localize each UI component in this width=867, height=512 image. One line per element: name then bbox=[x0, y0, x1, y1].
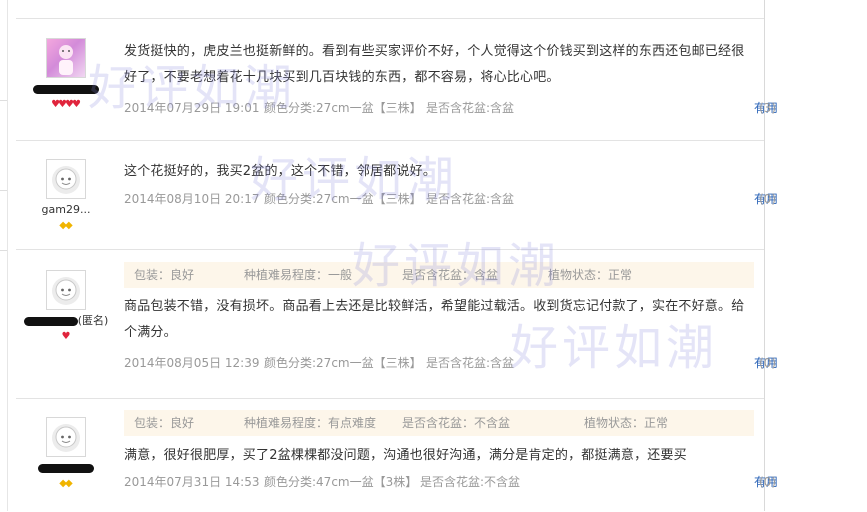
reviewer-nickname[interactable]: gam29... bbox=[16, 203, 116, 217]
review-date: 2014年08月10日 20:17 bbox=[124, 192, 260, 206]
useful-count: (0) bbox=[759, 192, 776, 206]
review-attributes: 包装：良好 种植难易程度：有点难度 是否含花盆：不含盆 植物状态：正常 bbox=[124, 410, 754, 436]
heart-icon: ♥ bbox=[61, 331, 71, 342]
attr-packaging: 包装：良好 bbox=[134, 416, 195, 430]
heart-icon: ♥ bbox=[71, 99, 81, 110]
review-text: 这个花挺好的，我买2盆的，这个不错，邻居都说好。 bbox=[124, 164, 437, 179]
review-spec: 颜色分类:47cm一盆【3株】 bbox=[264, 475, 418, 489]
review-spec: 颜色分类:27cm一盆【三株】 bbox=[264, 356, 422, 370]
rank-icons: ◆◆ bbox=[16, 476, 116, 489]
review-spec: 颜色分类:27cm一盆【三株】 bbox=[264, 192, 422, 206]
review-date: 2014年07月31日 14:53 bbox=[124, 475, 260, 489]
attr-pot: 是否含花盆：含盆 bbox=[402, 268, 499, 282]
review-date: 2014年08月05日 12:39 bbox=[124, 356, 260, 370]
reviewer-nickname[interactable]: (匿名) bbox=[16, 314, 116, 328]
diamond-icon: ◆ bbox=[65, 478, 73, 489]
reviewer-nickname[interactable] bbox=[16, 461, 116, 475]
useful-count: (0) bbox=[759, 356, 776, 370]
review-list: ♥♥♥♥ 发货挺快的，虎皮兰也挺新鲜的。看到有些买家评价不好，个人觉得这个价钱买… bbox=[16, 0, 778, 512]
review-item: ◆◆ 包装：良好 种植难易程度：有点难度 是否含花盆：不含盆 植物状态：正常 满… bbox=[16, 398, 778, 512]
review-meta: 2014年08月05日 12:39 颜色分类:27cm一盆【三株】 是否含花盆:… bbox=[124, 353, 778, 373]
reviewer-info: gam29... ◆◆ bbox=[16, 159, 116, 231]
reviewer-info: ♥♥♥♥ bbox=[16, 38, 116, 110]
useful-count: (0) bbox=[759, 475, 776, 489]
review-item: (匿名) ♥ 包装：良好 种植难易程度：一般 是否含花盆：含盆 植物状态：正常 … bbox=[16, 249, 778, 398]
attr-pot: 是否含花盆：不含盆 bbox=[402, 416, 511, 430]
attr-plant-status: 植物状态：正常 bbox=[548, 268, 633, 282]
avatar[interactable] bbox=[46, 417, 86, 457]
review-meta: 2014年07月29日 19:01 颜色分类:27cm一盆【三株】 是否含花盆:… bbox=[124, 98, 778, 118]
reviewer-info: (匿名) ♥ bbox=[16, 270, 116, 342]
attr-difficulty: 种植难易程度：有点难度 bbox=[244, 416, 377, 430]
review-pot: 是否含花盆:不含盆 bbox=[420, 475, 521, 489]
attr-packaging: 包装：良好 bbox=[134, 268, 195, 282]
avatar[interactable] bbox=[46, 38, 86, 78]
reviewer-nickname[interactable] bbox=[16, 82, 116, 96]
right-border bbox=[764, 0, 765, 511]
avatar[interactable] bbox=[46, 159, 86, 199]
useful-count: (3) bbox=[759, 101, 776, 115]
review-text: 商品包装不错，没有损坏。商品看上去还是比较鲜活，希望能过载活。收到货忘记付款了，… bbox=[124, 299, 745, 340]
review-attributes: 包装：良好 种植难易程度：一般 是否含花盆：含盆 植物状态：正常 bbox=[124, 262, 754, 288]
review-pot: 是否含花盆:含盆 bbox=[426, 356, 515, 370]
attr-difficulty: 种植难易程度：一般 bbox=[244, 268, 353, 282]
rank-icons: ◆◆ bbox=[16, 218, 116, 231]
rank-icons: ♥ bbox=[16, 329, 116, 342]
avatar[interactable] bbox=[46, 270, 86, 310]
review-spec: 颜色分类:27cm一盆【三株】 bbox=[264, 101, 422, 115]
review-item: gam29... ◆◆ 这个花挺好的，我买2盆的，这个不错，邻居都说好。 201… bbox=[16, 140, 778, 249]
review-meta: 2014年07月31日 14:53 颜色分类:47cm一盆【3株】 是否含花盆:… bbox=[124, 472, 778, 492]
review-date: 2014年07月29日 19:01 bbox=[124, 101, 260, 115]
attr-plant-status: 植物状态：正常 bbox=[584, 416, 669, 430]
reviewer-info: ◆◆ bbox=[16, 417, 116, 489]
rank-icons: ♥♥♥♥ bbox=[16, 97, 116, 110]
diamond-icon: ◆ bbox=[65, 220, 73, 231]
review-meta: 2014年08月10日 20:17 颜色分类:27cm一盆【三株】 是否含花盆:… bbox=[124, 189, 778, 209]
review-pot: 是否含花盆:含盆 bbox=[426, 101, 515, 115]
review-pot: 是否含花盆:含盆 bbox=[426, 192, 515, 206]
review-item: ♥♥♥♥ 发货挺快的，虎皮兰也挺新鲜的。看到有些买家评价不好，个人觉得这个价钱买… bbox=[16, 18, 778, 139]
review-text: 满意，很好很肥厚，买了2盆棵棵都没问题，沟通也很好沟通，满分是肯定的，都挺满意，… bbox=[124, 448, 687, 463]
review-text: 发货挺快的，虎皮兰也挺新鲜的。看到有些买家评价不好，个人觉得这个价钱买到这样的东… bbox=[124, 44, 745, 85]
left-rail bbox=[0, 0, 8, 511]
